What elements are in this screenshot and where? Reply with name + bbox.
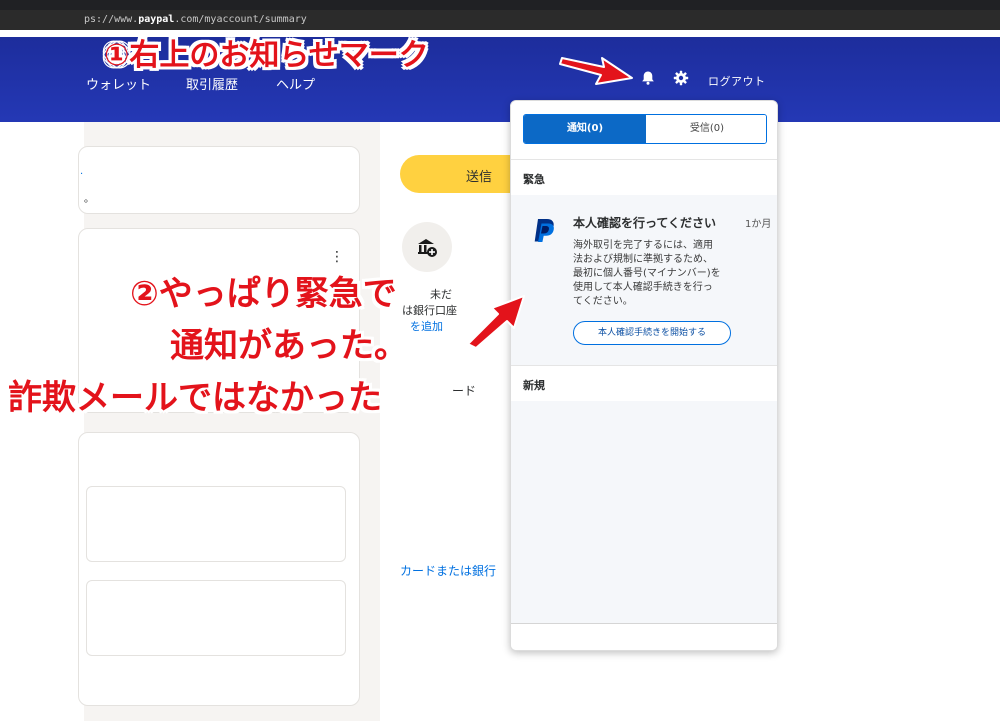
section-urgent-label: 緊急	[523, 173, 545, 186]
start-verification-button[interactable]: 本人確認手続きを開始する	[573, 321, 731, 345]
activity-item-2[interactable]	[86, 580, 346, 656]
url-text[interactable]: ps://www.paypal.com/myaccount/summary	[84, 14, 307, 25]
logout-link[interactable]: ログアウト	[708, 73, 766, 89]
notification-body-line: 法および規制に準拠するため、	[573, 254, 713, 265]
more-options-icon[interactable]: ⋮	[330, 250, 344, 264]
annotation-arrow-two	[467, 295, 525, 349]
add-card-link[interactable]: カードまたは銀行	[400, 562, 496, 579]
notification-body-line: 海外取引を完了するには、適用	[573, 240, 713, 251]
bank-text-2: は銀行口座	[402, 304, 457, 317]
notification-body-line: てください。	[573, 296, 633, 307]
bank-text-1: 未だ	[430, 288, 452, 301]
notification-item[interactable]: 本人確認を行ってください 1か月 海外取引を完了するには、適用 法および規制に準…	[511, 195, 777, 365]
summary-card	[78, 146, 360, 214]
activity-card	[78, 432, 360, 706]
annotation-two-line2: 通知があった。	[170, 326, 408, 366]
tab-inbox[interactable]: 受信(0)	[646, 115, 766, 143]
panel-footer	[511, 623, 777, 650]
card1-text-a: .	[80, 166, 84, 177]
notification-time: 1か月	[745, 219, 772, 230]
section-new-label: 新規	[523, 379, 545, 392]
bank-add-link[interactable]: を追加	[410, 318, 443, 334]
notification-body-line: 最初に個人番号(マイナンバー)を	[573, 268, 721, 279]
panel-header: 通知(0) 受信(0)	[511, 101, 777, 159]
annotation-two-line1: ②やっぱり緊急で	[130, 274, 397, 314]
annotation-arrow-one	[559, 57, 633, 85]
annotation-two-line3: 詐欺メールではなかった	[8, 378, 382, 418]
activity-item-1[interactable]	[86, 486, 346, 562]
tab-notifications[interactable]: 通知(0)	[524, 115, 646, 143]
tab-group: 通知(0) 受信(0)	[523, 114, 767, 144]
annotation-one: ①右上のお知らせマーク	[104, 38, 429, 73]
new-notifications-area	[511, 401, 777, 623]
section-urgent: 緊急	[511, 159, 777, 195]
send-button-label: 送信	[466, 170, 493, 185]
left-blank	[0, 122, 84, 721]
bank-add-icon	[418, 239, 437, 257]
cards-heading-fragment: ード	[452, 384, 477, 398]
screenshot-root: ps://www.paypal.com/myaccount/summary ウォ…	[0, 0, 1000, 721]
browser-url-bar: ps://www.paypal.com/myaccount/summary	[0, 0, 1000, 30]
card1-text-b: 。	[84, 194, 94, 205]
nav-help[interactable]: ヘルプ	[276, 74, 315, 93]
nav-activity[interactable]: 取引履歴	[186, 74, 238, 93]
bell-icon[interactable]	[640, 70, 656, 86]
notification-body-line: 使用して本人確認手続きを行っ	[573, 282, 713, 293]
notification-panel: 通知(0) 受信(0) 緊急 本人確認を行ってください 1か月 海外取引を完了す…	[510, 100, 778, 651]
notification-title: 本人確認を行ってください	[573, 216, 717, 230]
paypal-logo-icon	[534, 219, 554, 242]
gear-icon[interactable]	[673, 70, 689, 86]
nav-wallet[interactable]: ウォレット	[86, 74, 151, 93]
section-new: 新規	[511, 365, 777, 401]
